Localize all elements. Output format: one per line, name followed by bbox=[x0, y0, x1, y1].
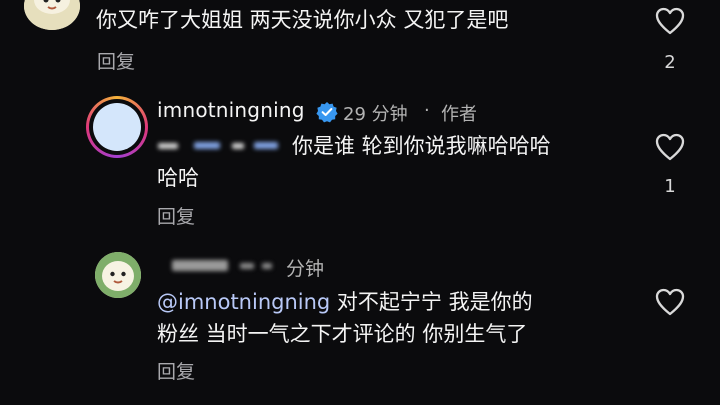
comment-text-line2: 哈哈 bbox=[157, 166, 199, 190]
reply-button[interactable]: 回复 bbox=[157, 357, 195, 384]
redacted-mention bbox=[158, 140, 284, 154]
comment-text-line1: 你是谁 轮到你说我嘛哈哈哈 bbox=[292, 134, 551, 158]
heart-outline-icon bbox=[655, 288, 685, 316]
reply-button[interactable]: 回复 bbox=[157, 202, 195, 229]
reply-button[interactable]: 回复 bbox=[97, 47, 135, 74]
like-count: 2 bbox=[664, 52, 676, 73]
comment-2: imnotningning 29 分钟 · 作者 你是谁 轮到你说我嘛哈哈哈 哈… bbox=[0, 88, 720, 238]
sheep-avatar-icon bbox=[24, 0, 80, 30]
meta-separator: · bbox=[424, 100, 430, 121]
redacted-username bbox=[158, 258, 278, 274]
commenter-avatar[interactable] bbox=[95, 252, 141, 298]
author-username[interactable]: imnotningning bbox=[157, 98, 305, 122]
comment-time: 分钟 bbox=[286, 258, 325, 280]
author-avatar[interactable] bbox=[86, 96, 148, 158]
like-count: 1 bbox=[664, 176, 676, 197]
author-badge: 作者 bbox=[441, 104, 477, 125]
like-button[interactable] bbox=[655, 288, 685, 316]
commenter-avatar[interactable] bbox=[24, 0, 80, 30]
comment-text: 你又咋了大姐姐 两天没说你小众 又犯了是吧 bbox=[96, 8, 509, 32]
verified-badge-icon bbox=[316, 101, 338, 127]
comment-text-line1: @imnotningning 对不起宁宁 我是你的 bbox=[157, 286, 533, 318]
like-button[interactable] bbox=[655, 7, 685, 35]
comment-time: 29 分钟 bbox=[343, 104, 408, 125]
like-button[interactable] bbox=[655, 133, 685, 161]
comment-text-line2: 粉丝 当时一气之下才评论的 你别生气了 bbox=[157, 322, 528, 346]
heart-outline-icon bbox=[655, 133, 685, 161]
comment-3: 分钟 @imnotningning 对不起宁宁 我是你的 粉丝 当时一气之下才评… bbox=[0, 248, 720, 405]
heart-outline-icon bbox=[655, 7, 685, 35]
comment-1: 你又咋了大姐姐 两天没说你小众 又犯了是吧 回复 2 bbox=[0, 0, 720, 80]
sheep-avatar-icon bbox=[95, 252, 141, 298]
comment-text: 对不起宁宁 我是你的 bbox=[330, 290, 533, 314]
avatar-image bbox=[93, 103, 141, 151]
user-mention-link[interactable]: @imnotningning bbox=[157, 290, 330, 314]
